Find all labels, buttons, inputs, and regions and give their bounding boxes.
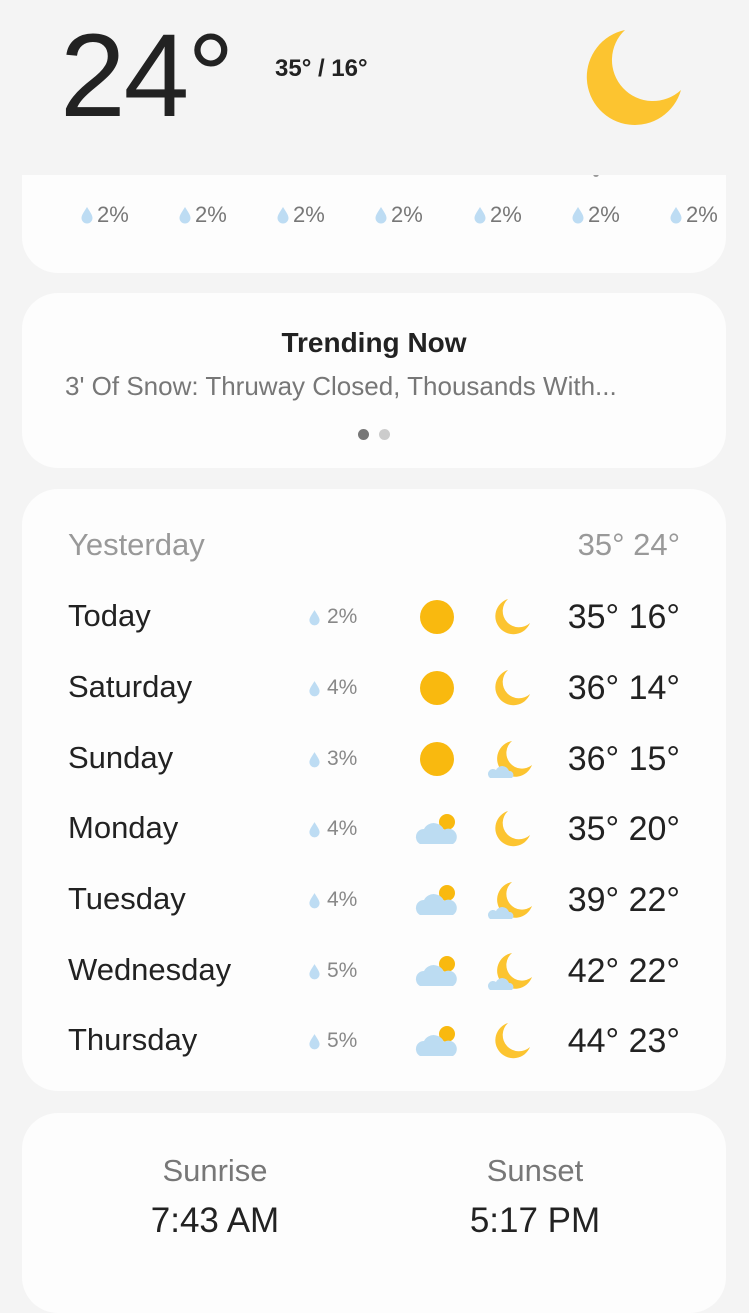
hourly-precip-item: 2% xyxy=(80,202,129,228)
cloud-sun-icon xyxy=(415,1026,457,1056)
forecast-rain: 5% xyxy=(308,959,357,983)
forecast-day: Wednesday xyxy=(68,952,232,987)
forecast-day: Saturday xyxy=(68,669,193,704)
high-low-temperature: 35° / 16° xyxy=(275,55,368,82)
raindrop-icon xyxy=(179,207,191,224)
trending-headline[interactable]: 3' Of Snow: Thruway Closed, Thousands Wi… xyxy=(65,371,695,402)
forecast-rain: 3% xyxy=(308,747,357,771)
yesterday-row: Yesterday 35° 24° xyxy=(68,527,680,567)
raindrop-icon xyxy=(375,207,387,224)
forecast-rain: 5% xyxy=(308,1029,357,1053)
sunset-block: Sunset 5:17 PM xyxy=(410,1153,660,1241)
forecast-day: Tuesday xyxy=(68,881,186,916)
forecast-row[interactable]: Tuesday 4% 39° 22° xyxy=(68,876,680,926)
moon-icon xyxy=(495,599,530,635)
raindrop-icon xyxy=(309,963,320,979)
raindrop-icon xyxy=(474,207,486,224)
current-temperature: 24° xyxy=(60,10,234,142)
hourly-precip-item: 2% xyxy=(669,202,718,228)
hourly-precip-item: 2% xyxy=(276,202,325,228)
cloud-sun-icon xyxy=(415,814,457,844)
forecast-day: Monday xyxy=(68,810,179,845)
sun-icon xyxy=(420,671,454,705)
forecast-row[interactable]: Sunday 3% 36° 15° xyxy=(68,735,680,785)
moon-icon xyxy=(495,670,530,706)
hourly-precip-row: 2% 2% 2% 2% 2% 2% 2% xyxy=(22,202,726,242)
sunrise-time: 7:43 AM xyxy=(150,1201,280,1240)
moon-cloud-icon xyxy=(488,953,532,990)
carousel-dots xyxy=(22,429,726,440)
raindrop-icon xyxy=(309,821,320,837)
moon-icon xyxy=(586,30,681,125)
forecast-temps: 36° 15° xyxy=(567,740,680,778)
hourly-precip-item: 2% xyxy=(473,202,522,228)
raindrop-icon xyxy=(572,207,584,224)
forecast-temps: 39° 22° xyxy=(567,881,680,919)
forecast-rain: 4% xyxy=(308,817,357,841)
hourly-precip-item: 2% xyxy=(374,202,423,228)
cloud-sun-icon xyxy=(415,885,457,915)
forecast-temps: 36° 14° xyxy=(567,669,680,707)
forecast-temps: 44° 23° xyxy=(567,1022,680,1060)
carousel-dot-active xyxy=(358,429,369,440)
raindrop-icon xyxy=(309,892,320,908)
daily-forecast-card[interactable]: Yesterday 35° 24° Today 2% 35° 16° Satur… xyxy=(22,489,726,1091)
hourly-precip-item: 2% xyxy=(571,202,620,228)
yesterday-label: Yesterday xyxy=(68,527,205,562)
forecast-rain: 2% xyxy=(308,605,357,629)
raindrop-icon xyxy=(309,1033,320,1049)
forecast-temps: 35° 16° xyxy=(567,598,680,636)
forecast-temps: 35° 20° xyxy=(567,810,680,848)
forecast-rain: 4% xyxy=(308,888,357,912)
raindrop-icon xyxy=(81,207,93,224)
forecast-row[interactable]: Monday 4% 35° 20° xyxy=(68,805,680,855)
forecast-row[interactable]: Wednesday 5% 42° 22° xyxy=(68,947,680,997)
raindrop-icon xyxy=(309,609,320,625)
hourly-precip-item: 2% xyxy=(178,202,227,228)
cloud-sun-icon xyxy=(415,956,457,986)
forecast-temps: 42° 22° xyxy=(567,952,680,990)
trending-card[interactable]: Trending Now 3' Of Snow: Thruway Closed,… xyxy=(22,293,726,468)
forecast-day: Thursday xyxy=(68,1022,198,1057)
forecast-row[interactable]: Thursday 5% 44° 23° xyxy=(68,1017,680,1067)
raindrop-icon xyxy=(670,207,682,224)
sun-icon xyxy=(420,742,454,776)
sunset-time: 5:17 PM xyxy=(469,1201,601,1240)
sunrise-label: Sunrise xyxy=(162,1153,268,1188)
forecast-day: Today xyxy=(68,598,151,633)
raindrop-icon xyxy=(309,751,320,767)
moon-cloud-icon xyxy=(488,882,532,919)
trending-title: Trending Now xyxy=(281,327,467,358)
sunset-label: Sunset xyxy=(486,1153,584,1188)
sunrise-block: Sunrise 7:43 AM xyxy=(90,1153,340,1241)
forecast-rain: 4% xyxy=(308,676,357,700)
sun-icon xyxy=(420,600,454,634)
moon-cloud-icon xyxy=(488,741,532,778)
carousel-dot xyxy=(379,429,390,440)
forecast-row[interactable]: Today 2% 35° 16° xyxy=(68,593,680,643)
moon-icon xyxy=(495,811,530,847)
forecast-day: Sunday xyxy=(68,740,174,775)
current-weather-header: 24° 35° / 16° xyxy=(0,0,749,175)
yesterday-temps: 35° 24° xyxy=(577,527,680,562)
sun-times-card: Sunrise 7:43 AM Sunset 5:17 PM xyxy=(22,1113,726,1313)
raindrop-icon xyxy=(309,680,320,696)
forecast-row[interactable]: Saturday 4% 36° 14° xyxy=(68,664,680,714)
raindrop-icon xyxy=(277,207,289,224)
moon-icon xyxy=(495,1023,530,1059)
